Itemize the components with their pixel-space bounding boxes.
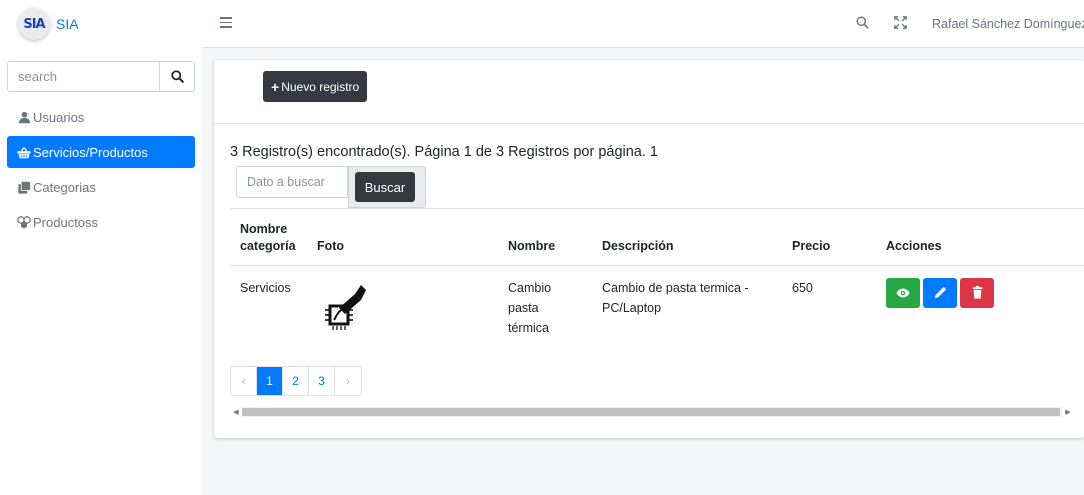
delete-button[interactable] — [960, 277, 994, 308]
shopping-basket-icon — [17, 145, 31, 159]
sidebar-item-productoss[interactable]: Productoss — [7, 206, 195, 238]
brand-name: SIA — [56, 16, 79, 32]
card-header: + Nuevo registro — [214, 60, 1084, 124]
sidebar-search — [7, 61, 195, 92]
cell-descripcion: Cambio de pasta termica - PC/Laptop — [602, 280, 749, 315]
sidebar-item-label: Usuarios — [33, 109, 85, 125]
search-button[interactable]: Buscar — [355, 172, 415, 202]
new-record-button[interactable]: + Nuevo registro — [263, 71, 368, 102]
col-header-categoria: Nombre categoría — [230, 208, 307, 266]
sidebar-item-label: Categorias — [33, 179, 96, 195]
col-header-foto: Foto — [307, 208, 498, 266]
pagination: ‹ 1 2 3 › — [230, 366, 362, 396]
sidebar-search-input[interactable] — [7, 61, 160, 92]
eye-icon — [896, 288, 910, 298]
sidebar-item-usuarios[interactable]: Usuarios — [7, 101, 195, 133]
user-name[interactable]: Rafael Sánchez Domínguez — [932, 17, 1084, 31]
table-header-row: Nombre categoría Foto Nombre Descripción… — [230, 208, 1084, 266]
table-row: Servicios Cambio pasta térmica Cambio de… — [230, 265, 1084, 354]
edit-button[interactable] — [923, 277, 957, 308]
clone-icon — [17, 180, 31, 194]
page-3[interactable]: 3 — [309, 367, 335, 395]
pencil-icon — [934, 287, 946, 299]
cell-precio: 650 — [792, 280, 813, 295]
user-icon — [17, 110, 31, 124]
row-actions — [886, 277, 1074, 308]
page-next[interactable]: › — [335, 367, 361, 395]
sidebar-item-label: Servicios/Productos — [33, 144, 148, 160]
fullscreen-icon[interactable] — [894, 16, 907, 29]
menu-toggle-icon[interactable] — [220, 17, 232, 29]
products-table: Nombre categoría Foto Nombre Descripción… — [230, 208, 1084, 354]
col-header-precio: Precio — [782, 208, 876, 266]
search-input[interactable] — [236, 166, 348, 198]
cell-categoria: Servicios — [240, 280, 291, 295]
page-prev[interactable]: ‹ — [231, 367, 257, 395]
search-form: Buscar — [236, 166, 426, 208]
brand-logo: SIA — [18, 8, 50, 40]
cell-foto — [307, 265, 498, 354]
col-header-nombre: Nombre — [498, 208, 592, 266]
trash-icon — [972, 286, 982, 299]
cell-nombre: Cambio pasta térmica — [508, 280, 552, 335]
scroll-left-icon[interactable]: ◀ — [230, 408, 242, 416]
records-summary: 3 Registro(s) encontrado(s). Página 1 de… — [230, 144, 658, 160]
brand-link[interactable]: SIA SIA — [0, 0, 202, 48]
sidebar-item-label: Productoss — [33, 214, 99, 230]
search-button-group: Buscar — [348, 166, 426, 208]
sidebar-item-servicios-productos[interactable]: Servicios/Productos — [7, 136, 195, 168]
thermal-paste-cpu-icon — [325, 284, 366, 330]
sidebar-search-button[interactable] — [160, 61, 195, 92]
page-2[interactable]: 2 — [283, 367, 309, 395]
plus-icon: + — [271, 78, 280, 95]
page-1[interactable]: 1 — [257, 367, 283, 395]
sidebar-nav: Usuarios Servicios/Productos Categorias … — [7, 101, 195, 241]
search-icon — [170, 70, 184, 83]
sidebar-item-categorias[interactable]: Categorias — [7, 171, 195, 203]
scrollbar-track[interactable] — [242, 407, 1062, 417]
content-card: + Nuevo registro 3 Registro(s) encontrad… — [214, 60, 1084, 438]
scroll-right-icon[interactable]: ▶ — [1062, 408, 1074, 416]
search-icon[interactable] — [856, 16, 869, 29]
cell-acciones — [876, 265, 1084, 354]
col-header-descripcion: Descripción — [592, 208, 782, 266]
cubes-icon — [17, 215, 31, 229]
scrollbar-thumb[interactable] — [242, 408, 1060, 416]
sidebar: SIA SIA Usuarios Servicios/Productos Cat… — [0, 0, 202, 495]
new-record-label: Nuevo registro — [281, 79, 360, 94]
horizontal-scrollbar[interactable]: ◀ ▶ — [230, 406, 1074, 418]
view-button[interactable] — [886, 277, 920, 308]
col-header-acciones: Acciones — [876, 208, 1084, 266]
topbar: Rafael Sánchez Domínguez — [202, 0, 1084, 48]
